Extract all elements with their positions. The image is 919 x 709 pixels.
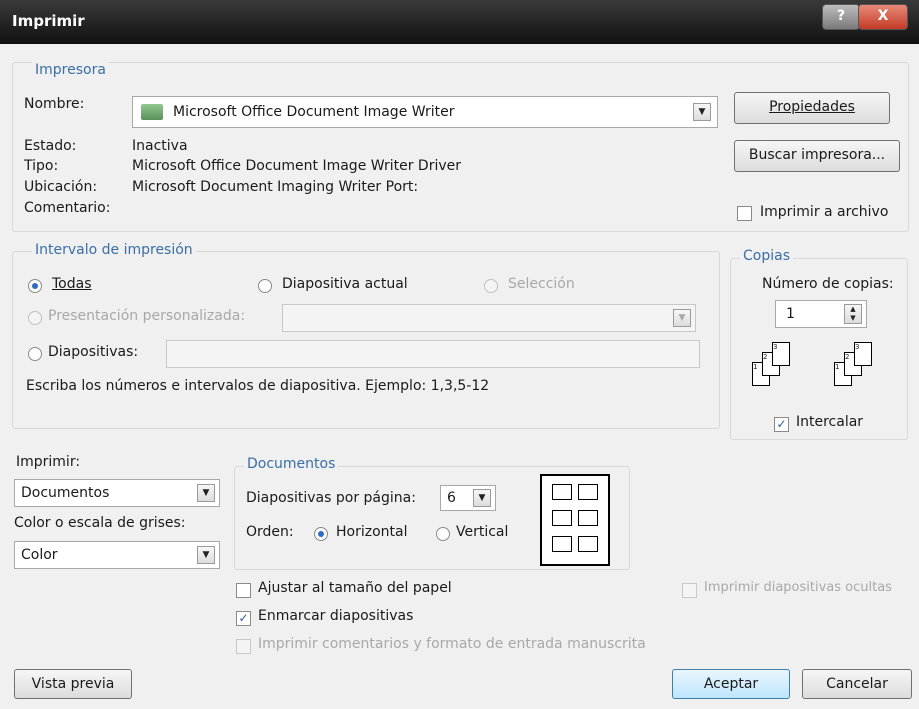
title-bar[interactable]: Imprimir ? X bbox=[0, 0, 919, 44]
collate-icon-2: 123 bbox=[834, 342, 898, 394]
range-all-radio[interactable] bbox=[28, 279, 42, 293]
frame-checkbox[interactable]: ✓ bbox=[236, 611, 251, 626]
slides-input[interactable] bbox=[166, 340, 700, 368]
cancel-button-label: Cancelar bbox=[826, 676, 888, 692]
copies-group-title: Copias bbox=[740, 248, 793, 264]
custom-show-select[interactable]: ▼ bbox=[282, 304, 696, 332]
order-vertical-radio[interactable] bbox=[436, 527, 450, 541]
chevron-down-icon[interactable]: ▼ bbox=[693, 103, 711, 121]
ok-button-label: Aceptar bbox=[703, 676, 759, 692]
color-value: Color bbox=[21, 547, 58, 563]
order-horizontal-radio[interactable] bbox=[314, 527, 328, 541]
ok-button[interactable]: Aceptar bbox=[672, 669, 790, 699]
frame-label: Enmarcar diapositivas bbox=[258, 608, 414, 624]
print-what-value: Documentos bbox=[21, 485, 110, 501]
type-label: Tipo: bbox=[24, 158, 59, 174]
print-what-select[interactable]: Documentos ▼ bbox=[14, 479, 220, 507]
find-printer-button[interactable]: Buscar impresora... bbox=[734, 140, 900, 172]
range-slides-radio[interactable] bbox=[28, 347, 42, 361]
type-value: Microsoft Office Document Image Writer D… bbox=[132, 158, 461, 174]
order-label: Orden: bbox=[246, 524, 294, 540]
order-horizontal-label: Horizontal bbox=[336, 524, 408, 540]
find-printer-button-label: Buscar impresora... bbox=[748, 147, 886, 163]
chevron-down-icon[interactable]: ▼ bbox=[673, 309, 691, 327]
print-to-file-label: Imprimir a archivo bbox=[760, 204, 889, 220]
printer-name-select[interactable]: Microsoft Office Document Image Writer ▼ bbox=[132, 96, 718, 128]
hidden-slides-checkbox[interactable] bbox=[682, 583, 697, 598]
range-custom-label: Presentación personalizada: bbox=[48, 308, 246, 324]
cancel-button[interactable]: Cancelar bbox=[802, 669, 912, 699]
handout-layout-preview bbox=[540, 474, 610, 566]
location-label: Ubicación: bbox=[24, 179, 98, 195]
copies-count-stepper[interactable]: 1 ▲ ▼ bbox=[775, 300, 867, 328]
range-hint: Escriba los números e intervalos de diap… bbox=[26, 378, 490, 394]
help-button[interactable]: ? bbox=[822, 4, 860, 30]
print-to-file-checkbox[interactable] bbox=[737, 206, 752, 221]
print-dialog: Imprimir ? X Impresora Nombre: Microsoft… bbox=[0, 0, 919, 709]
range-slides-label: Diapositivas: bbox=[48, 344, 139, 360]
print-what-label: Imprimir: bbox=[16, 454, 81, 470]
collate-checkbox[interactable]: ✓ bbox=[774, 417, 789, 432]
range-custom-radio[interactable] bbox=[28, 311, 42, 325]
spin-icon[interactable]: ▲ ▼ bbox=[844, 304, 862, 324]
per-page-value: 6 bbox=[447, 490, 456, 506]
copies-count-label: Número de copias: bbox=[762, 276, 894, 292]
printer-name-label: Nombre: bbox=[24, 96, 85, 112]
color-label: Color o escala de grises: bbox=[14, 515, 186, 531]
range-all-label: Todas bbox=[52, 276, 92, 292]
range-selection-radio[interactable] bbox=[484, 279, 498, 293]
printer-group-title: Impresora bbox=[32, 62, 109, 78]
range-group-title: Intervalo de impresión bbox=[32, 242, 196, 258]
copies-count-value: 1 bbox=[786, 306, 795, 322]
close-icon: X bbox=[877, 8, 889, 24]
fit-label: Ajustar al tamaño del papel bbox=[258, 580, 452, 596]
chevron-down-icon[interactable]: ▼ bbox=[473, 489, 491, 507]
preview-button-label: Vista previa bbox=[31, 676, 115, 692]
color-select[interactable]: Color ▼ bbox=[14, 541, 220, 569]
hidden-slides-label: Imprimir diapositivas ocultas bbox=[704, 580, 892, 595]
window-title: Imprimir bbox=[12, 12, 85, 30]
printer-name-value: Microsoft Office Document Image Writer bbox=[173, 104, 455, 120]
per-page-label: Diapositivas por página: bbox=[246, 490, 416, 506]
printer-icon bbox=[141, 104, 163, 120]
per-page-select[interactable]: 6 ▼ bbox=[440, 485, 496, 511]
fit-checkbox[interactable] bbox=[236, 583, 251, 598]
range-current-radio[interactable] bbox=[258, 279, 272, 293]
properties-button-label: Propiedades bbox=[769, 99, 855, 115]
collate-icon: 123 bbox=[752, 342, 816, 394]
status-value: Inactiva bbox=[132, 138, 188, 154]
preview-button[interactable]: Vista previa bbox=[14, 669, 132, 699]
close-button[interactable]: X bbox=[858, 4, 908, 30]
comment-label: Comentario: bbox=[24, 200, 111, 216]
handouts-group-title: Documentos bbox=[244, 456, 339, 472]
order-vertical-label: Vertical bbox=[456, 524, 509, 540]
location-value: Microsoft Document Imaging Writer Port: bbox=[132, 179, 419, 195]
chevron-down-icon[interactable]: ▼ bbox=[197, 484, 215, 502]
collate-label: Intercalar bbox=[796, 414, 864, 430]
comments-label: Imprimir comentarios y formato de entrad… bbox=[258, 636, 646, 652]
range-selection-label: Selección bbox=[508, 276, 575, 292]
help-icon: ? bbox=[836, 8, 846, 24]
range-current-label: Diapositiva actual bbox=[282, 276, 408, 292]
properties-button[interactable]: Propiedades bbox=[734, 92, 890, 124]
status-label: Estado: bbox=[24, 138, 77, 154]
chevron-down-icon[interactable]: ▼ bbox=[197, 546, 215, 564]
comments-checkbox[interactable] bbox=[236, 639, 251, 654]
